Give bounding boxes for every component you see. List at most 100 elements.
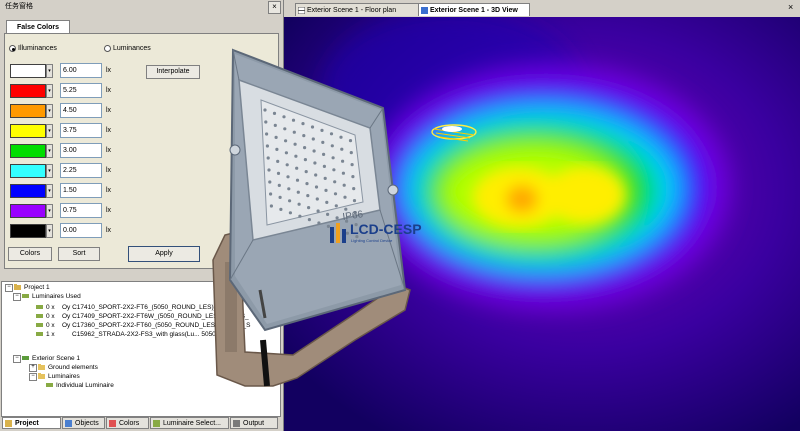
tree-project[interactable]: Project 1 bbox=[24, 283, 50, 292]
tab-output[interactable]: Output bbox=[230, 417, 278, 429]
led-dot bbox=[283, 127, 287, 131]
sort-button[interactable]: Sort bbox=[58, 247, 100, 261]
threshold-value-input[interactable]: 0.00 bbox=[60, 223, 102, 238]
color-swatch[interactable] bbox=[10, 84, 46, 98]
led-dot bbox=[307, 218, 311, 222]
swatch-dropdown-button[interactable]: ▾ bbox=[46, 104, 53, 118]
led-dot bbox=[326, 212, 330, 216]
threshold-value-input[interactable]: 1.50 bbox=[60, 183, 102, 198]
led-dot bbox=[282, 115, 286, 119]
color-swatch[interactable] bbox=[10, 184, 46, 198]
threshold-value-input[interactable]: 5.25 bbox=[60, 83, 102, 98]
tab-label: Colors bbox=[119, 420, 140, 427]
led-dot bbox=[342, 183, 346, 187]
swatch-dropdown-button[interactable]: ▾ bbox=[46, 124, 53, 138]
led-dot bbox=[287, 187, 291, 191]
led-dot bbox=[314, 173, 318, 177]
led-dot bbox=[335, 216, 339, 220]
led-dot bbox=[324, 188, 328, 192]
tree-scene[interactable]: Exterior Scene 1 bbox=[32, 354, 80, 363]
led-dot bbox=[275, 147, 279, 151]
swatch-dropdown-button[interactable]: ▾ bbox=[46, 164, 53, 178]
swatch-dropdown-button[interactable]: ▾ bbox=[46, 184, 53, 198]
led-dot bbox=[341, 171, 345, 175]
collapse-toggle[interactable]: − bbox=[5, 284, 13, 292]
led-dot bbox=[333, 192, 338, 196]
tab-floor-plan[interactable]: Exterior Scene 1 - Floor plan bbox=[295, 3, 427, 16]
swatch-dropdown-button[interactable]: ▾ bbox=[46, 224, 53, 238]
led-dot bbox=[267, 168, 271, 172]
collapse-toggle[interactable]: − bbox=[13, 355, 21, 363]
led-dot bbox=[278, 195, 282, 199]
swatch-dropdown-button[interactable]: ▾ bbox=[46, 84, 53, 98]
led-dot bbox=[325, 200, 329, 204]
close-view-icon[interactable]: × bbox=[788, 2, 793, 12]
interpolate-button[interactable]: Interpolate bbox=[146, 65, 200, 79]
led-dot bbox=[312, 149, 316, 153]
led-dot bbox=[341, 159, 345, 163]
led-dot bbox=[317, 221, 321, 225]
led-dot bbox=[293, 142, 297, 146]
swatch-dropdown-button[interactable]: ▾ bbox=[46, 64, 53, 78]
tree-individual-luminaire[interactable]: Individual Luminaire bbox=[56, 381, 114, 390]
tree-luminaires[interactable]: Luminaires bbox=[48, 372, 80, 381]
color-swatch[interactable] bbox=[10, 224, 46, 238]
led-dot bbox=[285, 163, 289, 167]
led-dot bbox=[276, 159, 280, 163]
led-dot bbox=[352, 187, 356, 191]
tab-3d-view[interactable]: Exterior Scene 1 - 3D View bbox=[418, 3, 530, 16]
threshold-value-input[interactable]: 3.00 bbox=[60, 143, 102, 158]
threshold-value-input[interactable]: 6.00 bbox=[60, 63, 102, 78]
color-swatch[interactable] bbox=[10, 204, 46, 218]
apply-button[interactable]: Apply bbox=[128, 246, 200, 262]
unit-label: lx bbox=[106, 207, 112, 214]
led-dot bbox=[284, 151, 288, 155]
led-dot bbox=[279, 207, 283, 211]
unit-label: lx bbox=[106, 127, 112, 134]
threshold-value-input[interactable]: 0.75 bbox=[60, 203, 102, 218]
watermark-logo: LCD-CESP Lighting Control Device bbox=[330, 221, 430, 245]
color-swatch[interactable] bbox=[10, 164, 46, 178]
tree-luminaires-used[interactable]: Luminaires Used bbox=[32, 292, 81, 301]
led-dot bbox=[291, 118, 296, 122]
led-dot bbox=[276, 171, 281, 175]
led-dot bbox=[277, 183, 281, 187]
tab-objects[interactable]: Objects bbox=[62, 417, 105, 429]
threshold-value-input[interactable]: 2.25 bbox=[60, 163, 102, 178]
color-swatch[interactable] bbox=[10, 64, 46, 78]
expand-toggle[interactable]: + bbox=[29, 364, 37, 372]
color-swatch[interactable] bbox=[10, 124, 46, 138]
tab-false-colors[interactable]: False Colors bbox=[6, 20, 70, 34]
led-dot bbox=[272, 111, 277, 115]
threshold-value-input[interactable]: 4.50 bbox=[60, 103, 102, 118]
collapse-toggle[interactable]: − bbox=[13, 293, 21, 301]
color-swatch[interactable] bbox=[10, 104, 46, 118]
led-dot bbox=[307, 206, 311, 210]
colors-button[interactable]: Colors bbox=[8, 247, 52, 261]
threshold-value-input[interactable]: 3.75 bbox=[60, 123, 102, 138]
folder-icon bbox=[38, 373, 45, 379]
swatch-dropdown-button[interactable]: ▾ bbox=[46, 204, 53, 218]
led-dot bbox=[288, 211, 292, 215]
led-dot bbox=[344, 207, 348, 211]
color-swatch[interactable] bbox=[10, 144, 46, 158]
led-dot bbox=[296, 190, 300, 194]
tab-colors[interactable]: Colors bbox=[106, 417, 149, 429]
unit-label: lx bbox=[106, 107, 112, 114]
unit-label: lx bbox=[106, 147, 112, 154]
led-dot bbox=[310, 125, 315, 129]
tab-luminaire-selection[interactable]: Luminaire Select... bbox=[150, 417, 229, 429]
illuminances-radio[interactable] bbox=[9, 45, 16, 52]
swatch-dropdown-button[interactable]: ▾ bbox=[46, 144, 53, 158]
led-dot bbox=[303, 146, 307, 150]
tab-project[interactable]: Project bbox=[2, 417, 61, 429]
collapse-toggle[interactable]: − bbox=[29, 373, 37, 381]
close-pane-button[interactable]: × bbox=[268, 1, 281, 14]
view-tab-bar: Exterior Scene 1 - Floor plan Exterior S… bbox=[284, 0, 800, 17]
led-dot bbox=[313, 161, 317, 165]
led-dot bbox=[351, 175, 355, 179]
tree-ground-elements[interactable]: Ground elements bbox=[48, 363, 98, 372]
led-dot bbox=[295, 166, 299, 170]
tab-icon bbox=[109, 420, 116, 427]
luminances-radio[interactable] bbox=[104, 45, 111, 52]
